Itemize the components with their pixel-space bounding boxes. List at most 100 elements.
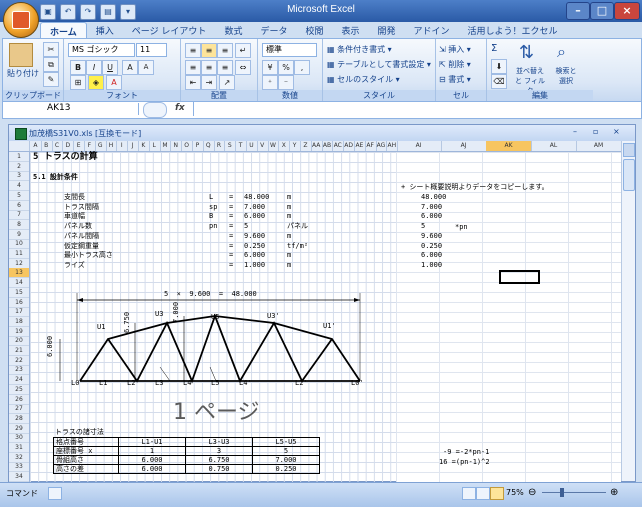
row-header[interactable]: 6 <box>9 201 29 211</box>
tab-insert[interactable]: 挿入 <box>87 22 123 39</box>
row-header[interactable]: 21 <box>9 346 29 356</box>
minimize-button[interactable]: – <box>566 2 590 20</box>
decrease-indent-icon[interactable]: ⇤ <box>185 75 201 90</box>
zoom-level[interactable]: 75% <box>506 488 524 497</box>
tab-formulas[interactable]: 数式 <box>215 22 251 39</box>
workbook-restore-button[interactable]: ▫ <box>593 127 598 136</box>
align-right-icon[interactable]: ≡ <box>217 60 233 75</box>
row-header[interactable]: 32 <box>9 453 29 463</box>
clear-icon[interactable]: ⌫ <box>491 74 507 89</box>
scroll-thumb[interactable] <box>623 159 635 191</box>
row-header[interactable]: 7 <box>9 210 29 221</box>
format-painter-icon[interactable]: ✎ <box>43 72 59 87</box>
name-box[interactable]: AK13 <box>5 103 139 115</box>
paste-button[interactable]: 貼り付け <box>7 68 39 79</box>
increase-indent-icon[interactable]: ⇥ <box>201 75 217 90</box>
row-header[interactable]: 14 <box>9 278 29 289</box>
percent-button[interactable]: % <box>278 60 294 75</box>
workbook-minimize-button[interactable]: – <box>573 127 577 136</box>
paste-icon[interactable] <box>9 43 33 67</box>
autosum-button[interactable]: Σ <box>491 43 497 54</box>
align-left-icon[interactable]: ≡ <box>185 60 201 75</box>
close-button[interactable]: × <box>614 2 640 20</box>
row-header[interactable]: 28 <box>9 414 29 424</box>
zoom-slider[interactable] <box>542 492 606 493</box>
format-as-table-button[interactable]: ▦ テーブルとして書式設定 ▾ <box>327 59 431 70</box>
fill-color-icon[interactable]: ◈ <box>88 75 104 90</box>
row-header[interactable]: 20 <box>9 336 29 347</box>
fill-icon[interactable]: ⬇ <box>491 59 507 74</box>
workbook-close-button[interactable]: × <box>613 127 620 136</box>
cut-icon[interactable]: ✂ <box>43 42 59 57</box>
increase-decimal-icon[interactable]: ⁺ <box>262 75 278 90</box>
find-select-button[interactable]: 検索と 選択 <box>551 66 581 86</box>
row-header[interactable]: 10 <box>9 239 29 250</box>
row-header[interactable]: 13 <box>9 268 29 279</box>
delete-cells-button[interactable]: ⇱ 削除 ▾ <box>439 59 471 70</box>
row-header[interactable]: 16 <box>9 298 29 308</box>
column-header[interactable]: AJ <box>441 141 487 151</box>
bold-button[interactable]: B <box>70 60 86 75</box>
insert-cells-button[interactable]: ⇲ 挿入 ▾ <box>439 44 471 55</box>
row-header[interactable]: 19 <box>9 327 29 337</box>
align-center-icon[interactable]: ≡ <box>201 60 217 75</box>
row-header[interactable]: 1 <box>9 152 29 162</box>
copy-icon[interactable]: ⧉ <box>43 57 59 72</box>
row-header[interactable]: 12 <box>9 259 29 269</box>
row-header[interactable]: 22 <box>9 356 29 366</box>
select-all-corner[interactable] <box>9 141 30 151</box>
row-header[interactable]: 4 <box>9 181 29 192</box>
merge-cells-icon[interactable]: ⇔ <box>235 60 251 75</box>
decrease-decimal-icon[interactable]: ⁻ <box>278 75 294 90</box>
grow-font-button[interactable]: A <box>122 60 138 75</box>
page-break-view-icon[interactable] <box>490 487 504 500</box>
font-name-select[interactable]: MS ゴシック <box>68 43 135 57</box>
tab-home[interactable]: ホーム <box>40 22 87 39</box>
row-header[interactable]: 9 <box>9 230 29 240</box>
macro-record-icon[interactable] <box>48 487 62 500</box>
row-header[interactable]: 18 <box>9 317 29 327</box>
scroll-up-button[interactable] <box>623 143 635 157</box>
font-size-select[interactable]: 11 <box>136 43 167 57</box>
tab-review[interactable]: 校閲 <box>296 22 332 39</box>
tab-data[interactable]: データ <box>251 22 296 39</box>
row-header[interactable]: 33 <box>9 462 29 473</box>
shrink-font-button[interactable]: A <box>138 60 154 75</box>
formula-input[interactable] <box>193 102 624 116</box>
sort-filter-icon[interactable]: ⇅ <box>519 42 534 63</box>
row-header[interactable]: 29 <box>9 424 29 434</box>
currency-icon[interactable]: ¥ <box>262 60 278 75</box>
row-header[interactable]: 8 <box>9 220 29 230</box>
page-layout-view-icon[interactable] <box>476 487 490 500</box>
row-header[interactable]: 2 <box>9 162 29 172</box>
font-color-icon[interactable]: A <box>106 75 122 90</box>
row-header[interactable]: 23 <box>9 365 29 376</box>
align-middle-icon[interactable]: ≡ <box>201 43 217 58</box>
conditional-formatting-button[interactable]: ▦ 条件付き書式 ▾ <box>327 44 392 55</box>
row-header[interactable]: 3 <box>9 171 29 182</box>
insert-function-button[interactable]: fx <box>175 103 185 113</box>
zoom-in-icon[interactable]: ⊕ <box>610 487 618 498</box>
vertical-scrollbar[interactable] <box>621 141 635 481</box>
number-format-select[interactable]: 標準 <box>262 43 317 57</box>
comma-icon[interactable]: , <box>294 60 310 75</box>
align-bottom-icon[interactable]: ≡ <box>217 43 233 58</box>
tab-addins[interactable]: アドイン <box>405 22 459 39</box>
active-cell-ak13[interactable] <box>499 270 540 284</box>
zoom-out-icon[interactable]: ⊖ <box>528 487 536 498</box>
find-select-icon[interactable]: ⌕ <box>557 42 566 62</box>
row-header[interactable]: 17 <box>9 307 29 318</box>
align-top-icon[interactable]: ≡ <box>185 43 201 58</box>
tab-view[interactable]: 表示 <box>332 22 368 39</box>
italic-button[interactable]: I <box>86 60 102 75</box>
row-header[interactable]: 31 <box>9 443 29 453</box>
borders-icon[interactable]: ⊞ <box>70 75 86 90</box>
tab-developer[interactable]: 開発 <box>369 22 405 39</box>
maximize-button[interactable]: □ <box>590 2 614 20</box>
row-header[interactable]: 5 <box>9 191 29 201</box>
name-box-dropdown[interactable] <box>143 102 167 118</box>
row-header[interactable]: 11 <box>9 249 29 259</box>
row-header[interactable]: 34 <box>9 472 29 483</box>
column-header[interactable]: AM <box>576 141 621 151</box>
underline-button[interactable]: U <box>102 60 118 75</box>
